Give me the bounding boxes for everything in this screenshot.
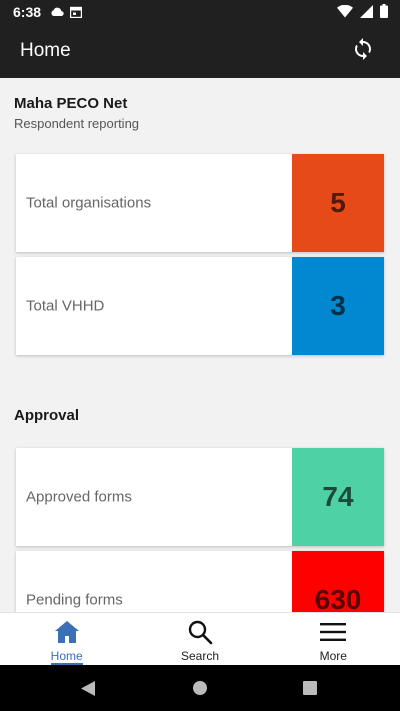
card-value: 5 [292,154,384,252]
sync-icon [351,37,375,66]
card-label: Total VHHD [26,297,105,315]
nav-search[interactable]: Search [133,613,266,666]
status-time: 6:38 [13,4,42,20]
system-status-icons [337,4,388,23]
nav-home[interactable]: Home [0,613,133,666]
page-title: Home [20,40,71,61]
organisation-name: Maha PECO Net [14,95,128,112]
dashboard-content[interactable]: Maha PECO Net Respondent reporting Total… [0,78,400,612]
total-vhhd-card[interactable]: Total VHHD 3 [16,257,384,355]
calendar-icon [69,5,83,23]
battery-icon [380,4,388,23]
status-bar: 6:38 [0,0,400,24]
card-value: 3 [292,257,384,355]
notification-icons [50,5,83,23]
system-navigation-bar [0,665,400,711]
card-label: Approved forms [26,488,132,506]
organisation-subtitle: Respondent reporting [14,116,140,131]
home-icon [54,619,80,645]
signal-icon [360,4,373,23]
card-value: 630 [292,551,384,612]
back-button[interactable] [80,680,96,702]
approved-forms-card[interactable]: Approved forms 74 [16,448,384,546]
wifi-icon [337,4,353,23]
sync-button[interactable] [348,36,378,66]
bottom-navigation: Home Search More [0,612,400,665]
menu-icon [320,619,347,645]
approval-section-title: Approval [14,407,80,424]
card-label: Total organisations [26,194,152,212]
search-icon [187,619,213,645]
nav-search-label: Search [180,649,219,663]
app-bar: Home [0,24,400,78]
cloud-icon [50,5,64,23]
nav-more[interactable]: More [267,613,400,666]
total-organisations-card[interactable]: Total organisations 5 [16,154,384,252]
nav-home-label: Home [50,649,83,665]
recents-button[interactable] [303,681,317,700]
card-value: 74 [292,448,384,546]
card-label: Pending forms [26,591,123,609]
home-system-button[interactable] [192,680,208,701]
pending-forms-card[interactable]: Pending forms 630 [16,551,384,612]
nav-more-label: More [319,649,347,663]
